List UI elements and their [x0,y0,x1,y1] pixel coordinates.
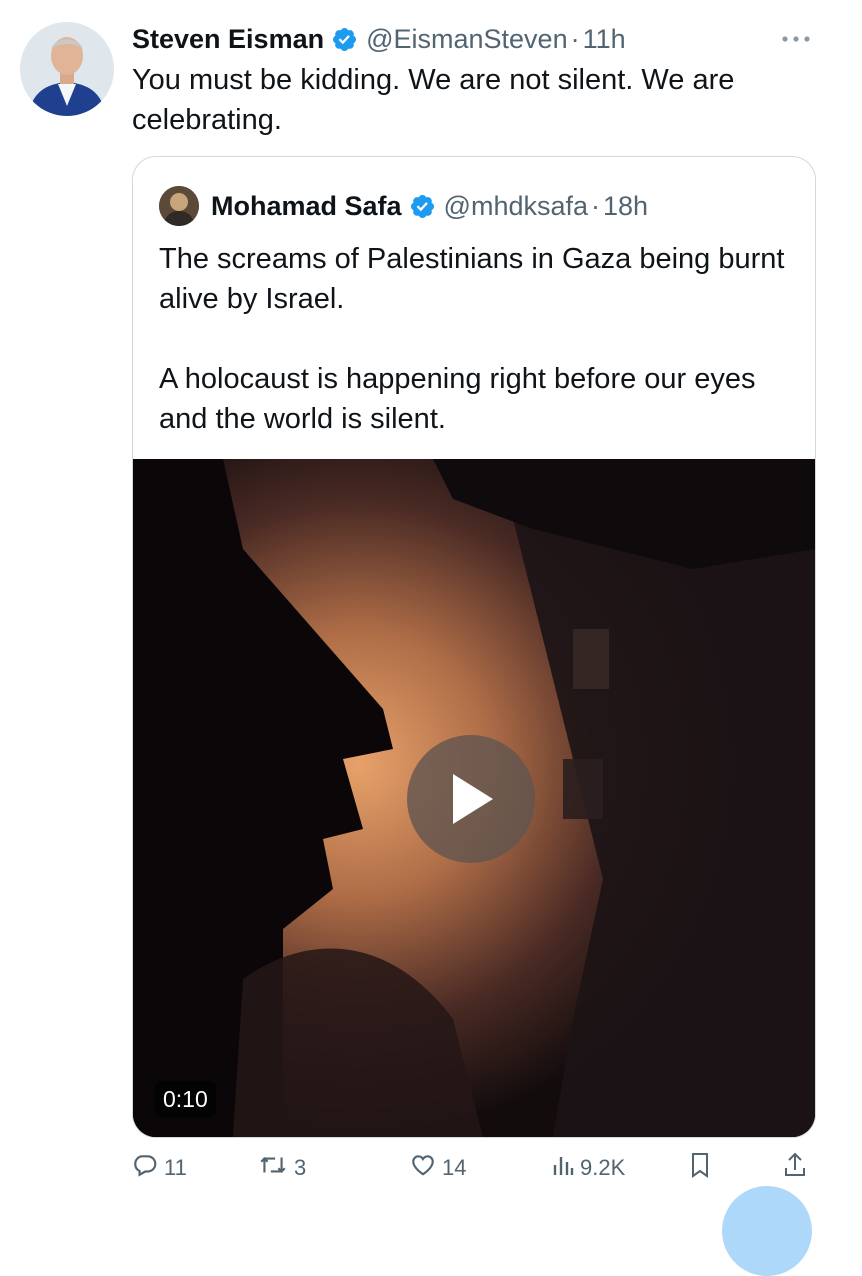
tweet-timestamp[interactable]: 11h [583,24,626,55]
verified-badge-icon[interactable] [331,26,358,53]
separator-dot: · [591,190,601,221]
views-count: 9.2K [580,1155,626,1180]
reply-count: 11 [164,1155,187,1180]
reply-icon [132,1152,164,1184]
quoted-tweet-paragraph: The screams of Palestinians in Gaza bein… [159,243,785,315]
tweet-header: Steven Eisman @EismanSteven · 11h [132,22,626,56]
like-count: 14 [442,1155,467,1180]
video-duration: 0:10 [155,1081,216,1117]
play-icon[interactable] [407,735,535,863]
views-button[interactable]: 9.2K [552,1148,625,1188]
author-handle[interactable]: @EismanSteven [366,24,568,55]
views-icon [552,1153,580,1183]
quoted-tweet-text: The screams of Palestinians in Gaza bein… [159,239,789,439]
share-button[interactable] [782,1148,814,1188]
share-icon [782,1151,814,1185]
separator-dot: · [570,23,580,54]
author-display-name[interactable]: Steven Eisman [132,24,324,55]
more-options-icon[interactable] [776,24,816,54]
tweet-text: You must be kidding. We are not silent. … [132,64,735,136]
quoted-author-avatar[interactable] [159,186,199,226]
like-button[interactable]: 14 [410,1148,466,1188]
repost-button[interactable]: 3 [258,1148,306,1188]
quoted-author-display-name[interactable]: Mohamad Safa [211,191,402,222]
quoted-tweet-paragraph: A holocaust is happening right before ou… [159,363,756,435]
quoted-tweet-timestamp[interactable]: 18h [603,191,648,222]
bookmark-icon [688,1151,718,1185]
quoted-author-handle[interactable]: @mhdksafa [444,191,588,222]
author-avatar[interactable] [20,22,114,116]
quoted-tweet-header: Mohamad Safa @mhdksafa · 18h [159,186,648,226]
video-player[interactable]: 0:10 [133,459,815,1137]
verified-badge-icon[interactable] [409,193,436,220]
quoted-tweet-card[interactable]: Mohamad Safa @mhdksafa · 18h The screams… [132,156,816,1138]
tweet-action-bar: 11 3 14 9.2K [132,1148,822,1188]
like-icon [410,1152,442,1184]
repost-icon [258,1152,294,1184]
reply-button[interactable]: 11 [132,1148,187,1188]
repost-count: 3 [294,1155,307,1180]
bookmark-button[interactable] [688,1148,718,1188]
